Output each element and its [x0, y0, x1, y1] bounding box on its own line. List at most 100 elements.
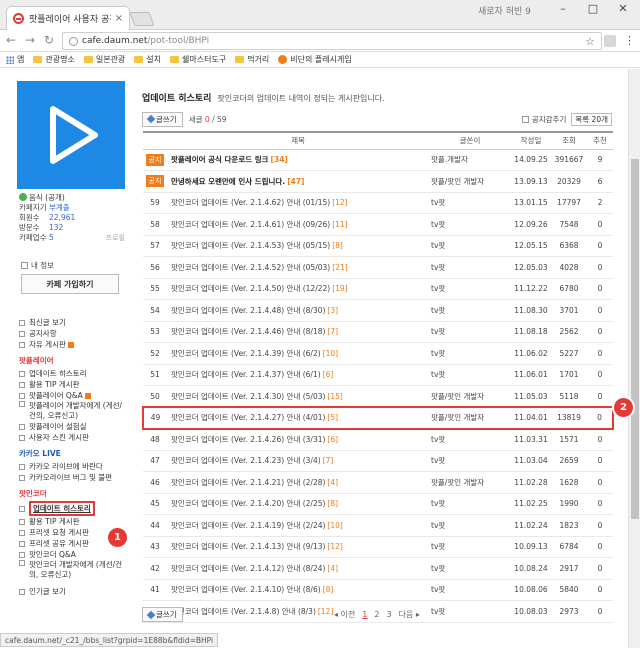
extension-icon[interactable]: [604, 35, 616, 47]
join-cafe-button[interactable]: 카페 가입하기: [21, 274, 119, 294]
browser-menu-icon[interactable]: ⋮: [624, 34, 635, 47]
post-title-link[interactable]: 팟인코더 업데이트 (Ver. 2.1.4.27) 안내 (4/01): [171, 413, 325, 422]
sidebar-item-popular[interactable]: 인기글 보기: [19, 586, 125, 597]
bookmark-folder[interactable]: 쉘마스터도구: [170, 54, 226, 65]
table-row[interactable]: 45 팟인코더 업데이트 (Ver. 2.1.4.20) 안내 (2/25) [8]…: [143, 493, 613, 515]
table-row[interactable]: 43 팟인코더 업데이트 (Ver. 2.1.4.13) 안내 (9/13) [12…: [143, 536, 613, 558]
table-row[interactable]: 57 팟인코더 업데이트 (Ver. 2.1.4.53) 안내 (05/15) [8…: [143, 235, 613, 257]
sidebar-item[interactable]: 팟인코더 개발자에게 (개선/건의, 오류신고): [19, 560, 125, 580]
maximize-button[interactable]: □: [578, 2, 608, 15]
comment-count[interactable]: [19]: [332, 284, 347, 293]
sidebar-item[interactable]: 팟인코더 Q&A: [19, 549, 125, 560]
tab-close-icon[interactable]: ×: [115, 13, 123, 24]
minimize-button[interactable]: –: [548, 2, 578, 15]
table-row[interactable]: 50 팟인코더 업데이트 (Ver. 2.1.4.30) 안내 (5/03) [15…: [143, 385, 613, 408]
post-title-link[interactable]: 팟인코더 업데이트 (Ver. 2.1.4.10) 안내 (8/6): [171, 585, 321, 594]
comment-count[interactable]: [12]: [332, 198, 347, 207]
table-row[interactable]: 41 팟인코더 업데이트 (Ver. 2.1.4.10) 안내 (8/6) [8] t…: [143, 579, 613, 601]
browser-tab[interactable]: 팟플레이어 사용자 공간 ×: [6, 6, 130, 30]
comment-count[interactable]: [6]: [327, 435, 338, 444]
post-title-link[interactable]: 팟인코더 업데이트 (Ver. 2.1.4.39) 안내 (6/2): [171, 349, 321, 358]
scrollbar-thumb[interactable]: [631, 159, 639, 519]
reload-icon[interactable]: ↻: [44, 33, 54, 47]
post-title-link[interactable]: 팟인코더 업데이트 (Ver. 2.1.4.53) 안내 (05/15): [171, 241, 330, 250]
post-title-link[interactable]: 팟인코더 업데이트 (Ver. 2.1.4.12) 안내 (8/24): [171, 564, 325, 573]
sidebar-item[interactable]: 팟플레이어 설험실: [19, 421, 125, 432]
post-title-link[interactable]: 팟인코더 업데이트 (Ver. 2.1.4.19) 안내 (2/24): [171, 521, 325, 530]
profile-link[interactable]: 프로필: [106, 233, 125, 243]
sidebar-item[interactable]: 팟플레이어 Q&A: [19, 390, 125, 401]
post-author[interactable]: tv팟: [429, 299, 511, 322]
comment-count[interactable]: [12]: [318, 607, 333, 616]
table-row[interactable]: 56 팟인코더 업데이트 (Ver. 2.1.4.52) 안내 (05/03) [2…: [143, 256, 613, 279]
sidebar-item-recent[interactable]: 최신글 보기: [19, 317, 125, 328]
bookmark-folder[interactable]: 설치: [134, 54, 161, 65]
post-author[interactable]: tv팟: [429, 579, 511, 601]
post-title-link[interactable]: 팟인코더 업데이트 (Ver. 2.1.4.13) 안내 (9/13): [171, 542, 325, 551]
post-author[interactable]: 팟플/팟인 개발자: [429, 406, 511, 430]
list-size-select[interactable]: 목록 20개: [571, 112, 612, 126]
table-row[interactable]: 55 팟인코더 업데이트 (Ver. 2.1.4.50) 안내 (12/22) [1…: [143, 278, 613, 300]
sidebar-item[interactable]: 팟플레이어 개발자에게 (게선/건의, 오류신고): [19, 401, 125, 421]
bookmark-folder[interactable]: 일본관광: [83, 54, 125, 65]
post-title-link[interactable]: 팟인코더 업데이트 (Ver. 2.1.4.30) 안내 (5/03): [171, 392, 325, 401]
next-page-link[interactable]: 다음 ▸: [399, 609, 420, 620]
back-icon[interactable]: ←: [6, 33, 16, 47]
post-title-link[interactable]: 팟인코더 업데이트 (Ver. 2.1.4.61) 안내 (09/26): [171, 220, 330, 229]
sidebar-item[interactable]: 카카오 라이브에 바란다: [19, 461, 125, 472]
comment-count[interactable]: [12]: [327, 542, 342, 551]
table-row[interactable]: 44 팟인코더 업데이트 (Ver. 2.1.4.19) 안내 (2/24) [10…: [143, 514, 613, 537]
comment-count[interactable]: [47]: [287, 177, 304, 186]
post-title-link[interactable]: 팟인코더 업데이트 (Ver. 2.1.4.48) 안내 (8/30): [171, 306, 325, 315]
cafe-owner-link[interactable]: 부계출: [49, 203, 70, 213]
post-title-link[interactable]: 팟플레이어 공식 다운로드 링크: [171, 155, 269, 164]
sidebar-item[interactable]: 카카오라이브 버그 및 불편: [19, 472, 125, 483]
new-tab-button[interactable]: [129, 12, 155, 26]
post-author[interactable]: tv팟: [429, 600, 511, 623]
post-title-link[interactable]: 팟인코더 업데이트 (Ver. 2.1.4.62) 안내 (01/15): [171, 198, 330, 207]
forward-icon[interactable]: →: [25, 33, 35, 47]
close-window-button[interactable]: ✕: [608, 2, 638, 15]
post-author[interactable]: tv팟: [429, 192, 511, 214]
comment-count[interactable]: [34]: [271, 155, 288, 164]
comment-count[interactable]: [21]: [332, 263, 347, 272]
table-row[interactable]: 52 팟인코더 업데이트 (Ver. 2.1.4.39) 안내 (6/2) [10]…: [143, 342, 613, 365]
post-author[interactable]: 팟플/팟인 개발자: [429, 170, 511, 193]
table-row[interactable]: 49 팟인코더 업데이트 (Ver. 2.1.4.27) 안내 (4/01) [5]…: [142, 406, 614, 430]
post-title-link[interactable]: 팟인코더 업데이트 (Ver. 2.1.4.23) 안내 (3/4): [171, 456, 321, 465]
hide-notice-checkbox[interactable]: 공지감추기: [521, 114, 566, 125]
table-row[interactable]: 공지 팟플레이어 공식 다운로드 링크 [34] 팟플.개발자 14.09.25 3916…: [143, 149, 613, 171]
post-title-link[interactable]: 팟인코더 업데이트 (Ver. 2.1.4.21) 안내 (2/28): [171, 478, 325, 487]
post-author[interactable]: tv팟: [429, 256, 511, 279]
comment-count[interactable]: [4]: [327, 564, 338, 573]
my-info-toggle[interactable]: 내 정보: [21, 260, 54, 271]
page-link[interactable]: 2: [374, 610, 379, 619]
table-row[interactable]: 47 팟인코더 업데이트 (Ver. 2.1.4.23) 안내 (3/4) [7] t…: [143, 450, 613, 472]
post-title-link[interactable]: 안녕하세요 오렌만에 인사 드립니다.: [171, 177, 285, 186]
comment-count[interactable]: [8]: [323, 585, 334, 594]
comment-count[interactable]: [7]: [323, 456, 334, 465]
comment-count[interactable]: [10]: [327, 521, 342, 530]
post-author[interactable]: tv팟: [429, 278, 511, 300]
table-row[interactable]: 42 팟인코더 업데이트 (Ver. 2.1.4.12) 안내 (8/24) [4]…: [143, 557, 613, 580]
write-button-bottom[interactable]: 글쓰기: [142, 607, 183, 622]
table-row[interactable]: 51 팟인코더 업데이트 (Ver. 2.1.4.37) 안내 (6/1) [6] t…: [143, 364, 613, 386]
post-author[interactable]: 팟플/팟인 개발자: [429, 471, 511, 494]
page-link[interactable]: 1: [362, 610, 367, 619]
post-title-link[interactable]: 팟인코더 업데이트 (Ver. 2.1.4.8) 안내 (8/3): [171, 607, 316, 616]
post-author[interactable]: tv팟: [429, 342, 511, 365]
table-row[interactable]: 59 팟인코더 업데이트 (Ver. 2.1.4.62) 안내 (01/15) [1…: [143, 192, 613, 214]
post-title-link[interactable]: 팟인코더 업데이트 (Ver. 2.1.4.52) 안내 (05/03): [171, 263, 330, 272]
post-author[interactable]: 팟플.개발자: [429, 149, 511, 171]
post-title-link[interactable]: 팟인코더 업데이트 (Ver. 2.1.4.26) 안내 (3/31): [171, 435, 325, 444]
comment-count[interactable]: [5]: [327, 413, 338, 422]
sidebar-item-notice[interactable]: 공지사항: [19, 328, 125, 339]
sidebar-item[interactable]: 업데이트 히스토리: [19, 368, 125, 379]
post-author[interactable]: tv팟: [429, 536, 511, 558]
post-title-link[interactable]: 팟인코더 업데이트 (Ver. 2.1.4.20) 안내 (2/25): [171, 499, 325, 508]
comment-count[interactable]: [15]: [327, 392, 342, 401]
bookmark-star-icon[interactable]: ☆: [585, 35, 595, 48]
comment-count[interactable]: [11]: [332, 220, 347, 229]
cafe-logo[interactable]: [17, 81, 125, 189]
post-author[interactable]: tv팟: [429, 364, 511, 386]
